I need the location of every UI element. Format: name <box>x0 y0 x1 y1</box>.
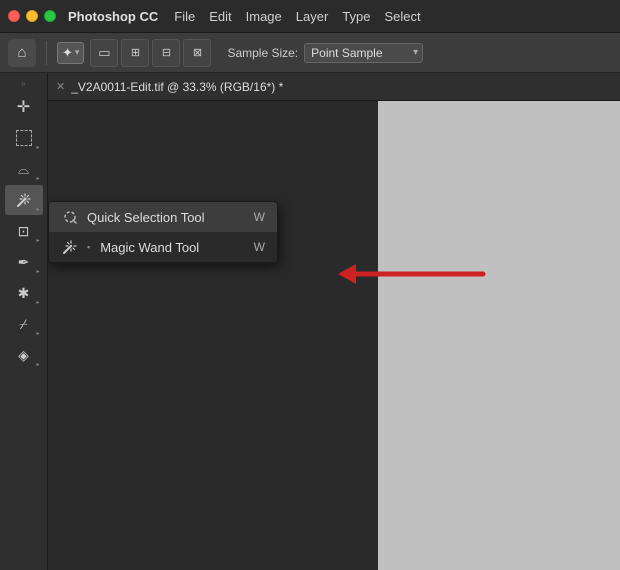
stamp-arrow: ▸ <box>36 361 39 368</box>
sample-size-select[interactable]: Point Sample 3 by 3 Average 5 by 5 Avera… <box>304 43 423 63</box>
context-menu-item-magic-wand[interactable]: ▪ Magic Wand Tool W <box>49 232 277 262</box>
move-icon: ✛ <box>17 97 30 117</box>
canvas-area: ✕ _V2A0011-Edit.tif @ 33.3% (RGB/16*) * … <box>48 73 620 570</box>
magic-wand-shortcut: W <box>254 240 265 254</box>
sidebar-item-lasso[interactable]: ⌓ ▸ <box>5 154 43 184</box>
sample-size-label: Sample Size: <box>227 46 298 60</box>
home-button[interactable]: ⌂ <box>8 39 36 67</box>
sample-size-wrapper[interactable]: Point Sample 3 by 3 Average 5 by 5 Avera… <box>304 43 423 63</box>
lasso-arrow: ▸ <box>36 175 39 182</box>
magic-wand-arrow: ▸ <box>36 206 39 213</box>
wand-dropdown-arrow[interactable]: ▾ <box>75 47 80 58</box>
selected-indicator: ▪ <box>87 242 90 252</box>
sidebar-item-eyedropper[interactable]: ✒ ▸ <box>5 247 43 277</box>
tab-bar: ✕ _V2A0011-Edit.tif @ 33.3% (RGB/16*) * <box>48 73 620 101</box>
sidebar-item-healing[interactable]: ✱ ▸ <box>5 278 43 308</box>
add-selection-icon: ⊞ <box>131 46 140 59</box>
healing-icon: ✱ <box>18 285 30 302</box>
brush-icon: ⌿ <box>19 316 27 333</box>
marquee-icon <box>16 130 32 146</box>
selection-options: ▭ ⊞ ⊟ ⊠ <box>90 39 211 67</box>
sidebar-item-brush[interactable]: ⌿ ▸ <box>5 309 43 339</box>
sidebar-item-stamp[interactable]: ◈ ▸ <box>5 340 43 370</box>
stamp-icon: ◈ <box>18 347 29 364</box>
quick-selection-icon <box>61 208 79 226</box>
add-selection-button[interactable]: ⊞ <box>121 39 149 67</box>
quick-selection-shortcut: W <box>254 210 265 224</box>
marquee-arrow: ▸ <box>36 144 39 151</box>
menu-select[interactable]: Select <box>384 9 420 24</box>
intersect-selection-icon: ⊠ <box>193 46 202 59</box>
separator-1 <box>46 41 47 65</box>
wand-active-icon: ✦ <box>62 45 73 61</box>
eyedropper-arrow: ▸ <box>36 268 39 275</box>
sidebar-item-move[interactable]: ✛ <box>5 92 43 122</box>
sidebar-scroll-top: » <box>9 77 39 89</box>
crop-arrow: ▸ <box>36 237 39 244</box>
app-title: Photoshop CC <box>68 9 158 24</box>
close-button[interactable] <box>8 10 20 22</box>
maximize-button[interactable] <box>44 10 56 22</box>
wand-tool-group[interactable]: ✦ ▾ <box>57 42 84 64</box>
menu-bar: Photoshop CC File Edit Image Layer Type … <box>0 0 620 33</box>
sidebar-item-marquee[interactable]: ▸ <box>5 123 43 153</box>
new-selection-button[interactable]: ▭ <box>90 39 118 67</box>
context-magic-wand-icon <box>61 238 79 256</box>
tab-close-button[interactable]: ✕ <box>56 80 65 93</box>
quick-selection-label: Quick Selection Tool <box>87 210 205 225</box>
context-menu: Quick Selection Tool W <box>48 201 278 263</box>
crop-icon: ⊡ <box>18 223 30 240</box>
sidebar: » ✛ ▸ ⌓ ▸ <box>0 73 48 570</box>
lasso-icon: ⌓ <box>18 161 29 178</box>
subtract-selection-button[interactable]: ⊟ <box>152 39 180 67</box>
magic-wand-icon <box>16 192 32 208</box>
menu-type[interactable]: Type <box>342 9 370 24</box>
main-area: » ✛ ▸ ⌓ ▸ <box>0 73 620 570</box>
healing-arrow: ▸ <box>36 299 39 306</box>
sidebar-item-magic-wand[interactable]: ▸ <box>5 185 43 215</box>
menu-edit[interactable]: Edit <box>209 9 231 24</box>
menu-layer[interactable]: Layer <box>296 9 329 24</box>
magic-wand-label: Magic Wand Tool <box>100 240 199 255</box>
options-bar: ⌂ ✦ ▾ ▭ ⊞ ⊟ ⊠ Sample Size: Point Sample … <box>0 33 620 73</box>
canvas-container: Quick Selection Tool W <box>48 101 620 570</box>
context-menu-item-quick-selection[interactable]: Quick Selection Tool W <box>49 202 277 232</box>
home-icon: ⌂ <box>17 44 26 61</box>
sidebar-item-crop[interactable]: ⊡ ▸ <box>5 216 43 246</box>
dark-canvas[interactable] <box>48 101 378 570</box>
menu-file[interactable]: File <box>174 9 195 24</box>
new-selection-icon: ▭ <box>98 45 110 61</box>
menu-image[interactable]: Image <box>246 9 282 24</box>
eyedropper-icon: ✒ <box>18 254 30 271</box>
traffic-lights <box>8 10 56 22</box>
brush-arrow: ▸ <box>36 330 39 337</box>
intersect-selection-button[interactable]: ⊠ <box>183 39 211 67</box>
gray-area[interactable] <box>378 101 620 570</box>
subtract-selection-icon: ⊟ <box>162 46 171 59</box>
sidebar-scroll-arrows: » <box>21 79 25 88</box>
minimize-button[interactable] <box>26 10 38 22</box>
tab-title: _V2A0011-Edit.tif @ 33.3% (RGB/16*) * <box>71 80 283 94</box>
